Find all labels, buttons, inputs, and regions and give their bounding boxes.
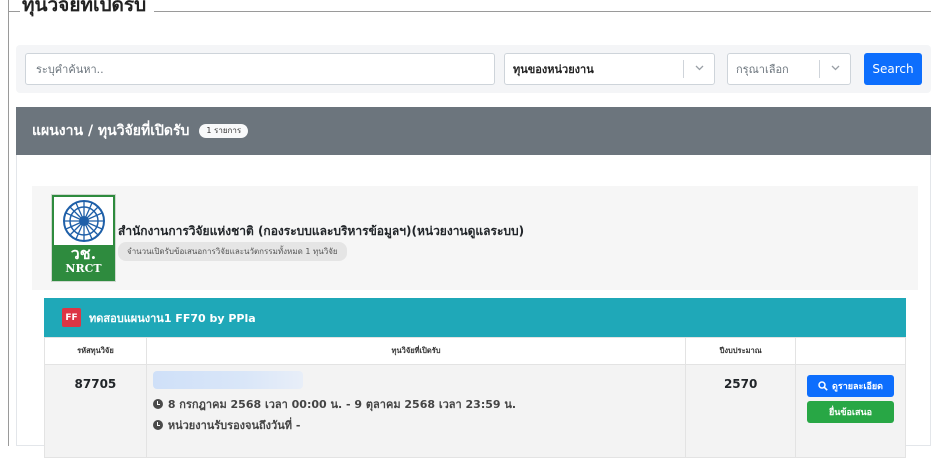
plan-title: ทดสอบแผนงาน1 FF70 by PPla — [89, 311, 256, 325]
clock-icon — [152, 399, 163, 409]
column-header-actions — [795, 337, 906, 365]
column-header-grant: ทุนวิจัยที่เปิดรับ — [145, 337, 687, 365]
funding-source-select[interactable]: ทุนของหน่วยงาน — [504, 53, 715, 85]
column-header-year: ปีงบประมาณ — [685, 337, 797, 365]
view-details-label: ดูรายละเอียด — [832, 382, 883, 392]
grant-period: 8 กรกฎาคม 2568 เวลา 00:00 น. - 9 ตุลาคม … — [152, 395, 685, 413]
grant-code: 87705 — [44, 364, 147, 458]
logo-english-text: NRCT — [65, 262, 102, 275]
column-header-code: รหัสทุนวิจัย — [44, 337, 147, 365]
filter-select-value: กรุณาเลือก — [736, 63, 789, 76]
organization-grant-count: จำนวนเปิดรับข้อเสนอการวิจัยและนวัตกรรมทั… — [118, 242, 347, 261]
dharma-wheel-icon — [63, 200, 105, 242]
table-row: 87705 8 กรกฎาคม 2568 เวลา 00:00 น. - 9 ต… — [44, 364, 906, 458]
board-header: แผนงาน / ทุนวิจัยที่เปิดรับ 1 รายการ — [16, 107, 931, 155]
chevron-down-icon[interactable] — [684, 64, 714, 74]
plan-type-badge: FF — [62, 308, 81, 327]
search-button[interactable]: Search — [864, 53, 922, 85]
page-title: ทุนวิจัยที่เปิดรับ — [20, 0, 155, 16]
search-input[interactable] — [25, 53, 495, 85]
organization-name: สำนักงานการวิจัยแห่งชาติ (กองระบบและบริห… — [118, 224, 525, 238]
table-header-row: รหัสทุนวิจัย ทุนวิจัยที่เปิดรับ ปีงบประม… — [44, 337, 906, 365]
grant-info-cell: 8 กรกฎาคม 2568 เวลา 00:00 น. - 9 ตุลาคม … — [145, 364, 687, 458]
count-badge: 1 รายการ — [199, 124, 249, 138]
clock-icon — [152, 420, 163, 430]
search-icon — [818, 381, 828, 391]
grant-period-text: 8 กรกฎาคม 2568 เวลา 00:00 น. - 9 ตุลาคม … — [167, 398, 517, 411]
grant-unit-deadline: หน่วยงานรับรองจนถึงวันที่ - — [152, 416, 685, 434]
logo-thai-text: วช. — [70, 244, 97, 263]
grant-title-redacted — [152, 371, 303, 389]
organization-logo: วช. NRCT — [51, 194, 116, 282]
funding-source-select-value: ทุนของหน่วยงาน — [513, 63, 594, 76]
plan-header: FF ทดสอบแผนงาน1 FF70 by PPla — [44, 298, 906, 337]
chevron-down-icon[interactable] — [820, 64, 850, 74]
grants-table: รหัสทุนวิจัย ทุนวิจัยที่เปิดรับ ปีงบประม… — [44, 337, 906, 458]
fiscal-year: 2570 — [685, 364, 797, 458]
grant-unit-deadline-text: หน่วยงานรับรองจนถึงวันที่ - — [167, 419, 301, 432]
board-title: แผนงาน / ทุนวิจัยที่เปิดรับ — [32, 123, 190, 139]
filter-select[interactable]: กรุณาเลือก — [727, 53, 851, 85]
actions-cell: ดูรายละเอียด ยื่นข้อเสนอ — [795, 364, 906, 458]
submit-proposal-button[interactable]: ยื่นข้อเสนอ — [807, 401, 895, 423]
view-details-button[interactable]: ดูรายละเอียด — [807, 375, 895, 397]
window-left-border — [8, 0, 9, 446]
logo-emblem — [54, 197, 113, 245]
